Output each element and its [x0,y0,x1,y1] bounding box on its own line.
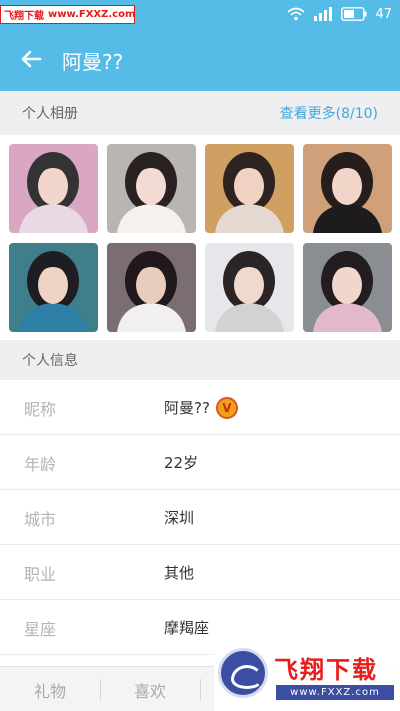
watermark-logo: 飞翔下载 www.FXXZ.com [214,644,400,711]
nickname-value: 阿曼?? [164,399,210,417]
album-photo[interactable] [9,243,98,332]
photo-thumbnail [107,243,196,332]
watermark-site: www.FXXZ.com [276,685,394,700]
signal-icon [313,7,333,21]
watermark-badge: 飞翔下载 www.FXXZ.com [0,5,135,24]
album-photo[interactable] [303,144,392,233]
like-button[interactable]: 喜欢 [100,667,200,711]
back-button[interactable] [18,46,44,72]
city-value: 深圳 [164,509,195,527]
divider [200,679,201,701]
photo-thumbnail [205,243,294,332]
info-row-job: 职业 其他 [0,545,400,600]
gift-button[interactable]: 礼物 [0,667,100,711]
logo-icon [218,648,268,698]
info-title: 个人信息 [22,353,78,369]
vip-badge-icon: V [215,396,238,419]
info-header: 个人信息 [0,340,400,380]
age-value: 22岁 [164,454,199,472]
watermark-brand: 飞翔下载 [274,656,378,684]
nickname-label: 昵称 [24,399,57,419]
photo-album [0,135,400,340]
album-photo[interactable] [9,144,98,233]
album-photo[interactable] [205,144,294,233]
status-icons: 47 [287,4,392,24]
back-arrow-icon [21,50,42,68]
job-value: 其他 [164,564,195,582]
age-label: 年龄 [24,454,57,474]
photo-thumbnail [205,144,294,233]
view-more-link[interactable]: 查看更多(8/10) [280,103,378,123]
job-label: 职业 [24,564,57,584]
nickname-value-wrap: 阿曼?? V [164,380,238,435]
app-bar: 阿曼?? [0,28,400,91]
photo-thumbnail [303,144,392,233]
photo-thumbnail [107,144,196,233]
zodiac-value: 摩羯座 [164,619,210,637]
album-photo[interactable] [107,144,196,233]
watermark-url: www.FXXZ.com [48,9,135,20]
info-row-city: 城市 深圳 [0,490,400,545]
album-title: 个人相册 [22,106,78,122]
watermark-name: 飞翔下载 [4,11,44,22]
album-photo[interactable] [205,243,294,332]
album-header: 个人相册 查看更多(8/10) [0,91,400,135]
zodiac-label: 星座 [24,619,57,639]
photo-thumbnail [9,144,98,233]
battery-level: 47 [375,6,392,22]
photo-thumbnail [303,243,392,332]
status-bar: 飞翔下载 www.FXXZ.com 47 [0,0,400,28]
info-row-nickname: 昵称 阿曼?? V [0,380,400,435]
city-label: 城市 [24,509,57,529]
battery-icon [341,7,367,21]
page-title: 阿曼?? [62,50,124,74]
info-row-age: 年龄 22岁 [0,435,400,490]
photo-thumbnail [9,243,98,332]
album-photo[interactable] [303,243,392,332]
wifi-icon [287,7,305,21]
album-photo[interactable] [107,243,196,332]
